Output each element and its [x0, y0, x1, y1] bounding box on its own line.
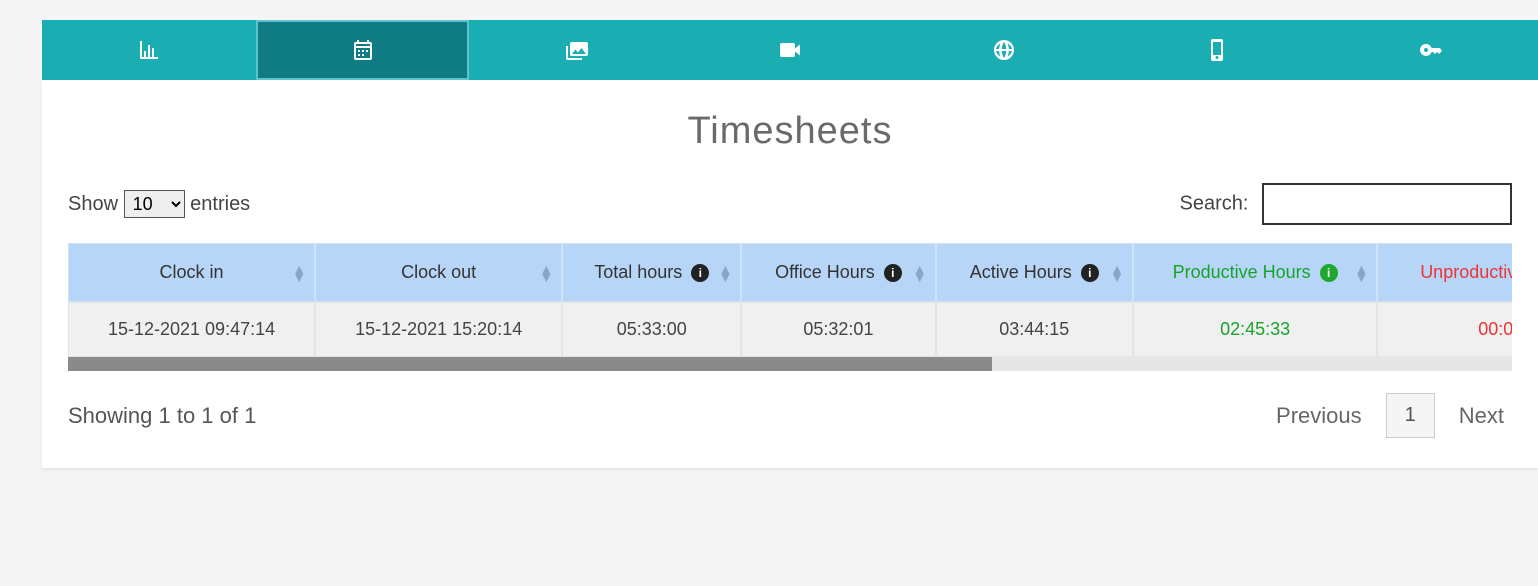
entries-prefix: Show — [68, 193, 118, 215]
col-clock-out[interactable]: Clock out ▲▼ — [315, 243, 562, 302]
pager: Previous 1 Next — [1268, 393, 1512, 438]
cell-clock-out: 15-12-2021 15:20:14 — [315, 302, 562, 357]
previous-button[interactable]: Previous — [1268, 397, 1370, 435]
video-icon — [778, 38, 802, 62]
cell-unproductive: 00:00:00 — [1377, 302, 1512, 357]
sort-icon: ▲▼ — [539, 265, 553, 281]
horizontal-scrollbar[interactable] — [68, 357, 1512, 371]
tab-bar-chart[interactable] — [42, 20, 256, 80]
page-1-button[interactable]: 1 — [1386, 393, 1435, 438]
tab-globe[interactable] — [897, 20, 1111, 80]
images-icon — [564, 38, 588, 62]
sort-icon: ▲▼ — [913, 265, 927, 281]
cell-productive: 02:45:33 — [1133, 302, 1377, 357]
table-wrap: Clock in ▲▼ Clock out ▲▼ Total hours i ▲… — [68, 243, 1512, 371]
info-icon[interactable]: i — [884, 264, 902, 282]
status-text: Showing 1 to 1 of 1 — [68, 403, 256, 429]
tab-calendar[interactable] — [256, 20, 470, 80]
col-label: Active Hours — [970, 262, 1072, 282]
col-label: Total hours — [594, 262, 682, 282]
scrollbar-thumb[interactable] — [68, 357, 992, 371]
col-label: Unproductive Hours — [1420, 262, 1512, 282]
cell-clock-in: 15-12-2021 09:47:14 — [68, 302, 315, 357]
timesheet-table: Clock in ▲▼ Clock out ▲▼ Total hours i ▲… — [68, 243, 1512, 357]
info-icon[interactable]: i — [691, 264, 709, 282]
col-label: Clock in — [160, 262, 224, 282]
entries-control: Show 10 25 50 100 entries — [68, 190, 250, 218]
tab-images[interactable] — [469, 20, 683, 80]
tab-key[interactable] — [1324, 20, 1538, 80]
key-icon — [1419, 38, 1443, 62]
col-clock-in[interactable]: Clock in ▲▼ — [68, 243, 315, 302]
tab-phone[interactable] — [1111, 20, 1325, 80]
top-tabs — [42, 20, 1538, 80]
col-label: Office Hours — [775, 262, 875, 282]
sort-icon: ▲▼ — [718, 265, 732, 281]
next-button[interactable]: Next — [1451, 397, 1512, 435]
col-label: Clock out — [401, 262, 476, 282]
cell-office: 05:32:01 — [741, 302, 935, 357]
table-row: 15-12-2021 09:47:14 15-12-2021 15:20:14 … — [68, 302, 1512, 357]
table-controls: Show 10 25 50 100 entries Search: — [68, 183, 1512, 225]
table-footer: Showing 1 to 1 of 1 Previous 1 Next — [68, 393, 1512, 438]
search-control: Search: — [1180, 183, 1513, 225]
search-input[interactable] — [1262, 183, 1512, 225]
sort-icon: ▲▼ — [292, 265, 306, 281]
sort-icon: ▲▼ — [1110, 265, 1124, 281]
info-icon[interactable]: i — [1081, 264, 1099, 282]
globe-icon — [992, 38, 1016, 62]
cell-active: 03:44:15 — [936, 302, 1133, 357]
cell-total: 05:33:00 — [562, 302, 741, 357]
table-header-row: Clock in ▲▼ Clock out ▲▼ Total hours i ▲… — [68, 243, 1512, 302]
phone-icon — [1205, 38, 1229, 62]
col-label: Productive Hours — [1173, 262, 1311, 282]
panel-timesheets: Timesheets Show 10 25 50 100 entries Sea… — [42, 80, 1538, 468]
col-total-hours[interactable]: Total hours i ▲▼ — [562, 243, 741, 302]
sort-icon: ▲▼ — [1354, 265, 1368, 281]
page-title: Timesheets — [68, 110, 1512, 153]
col-unproductive-hours[interactable]: Unproductive Hours i ▲▼ — [1377, 243, 1512, 302]
col-productive-hours[interactable]: Productive Hours i ▲▼ — [1133, 243, 1377, 302]
entries-suffix: entries — [190, 193, 250, 215]
tab-video[interactable] — [683, 20, 897, 80]
search-label: Search: — [1180, 193, 1249, 215]
page-size-select[interactable]: 10 25 50 100 — [124, 190, 185, 218]
col-office-hours[interactable]: Office Hours i ▲▼ — [741, 243, 935, 302]
info-icon[interactable]: i — [1320, 264, 1338, 282]
col-active-hours[interactable]: Active Hours i ▲▼ — [936, 243, 1133, 302]
bar-chart-icon — [137, 38, 161, 62]
calendar-icon — [351, 38, 375, 62]
